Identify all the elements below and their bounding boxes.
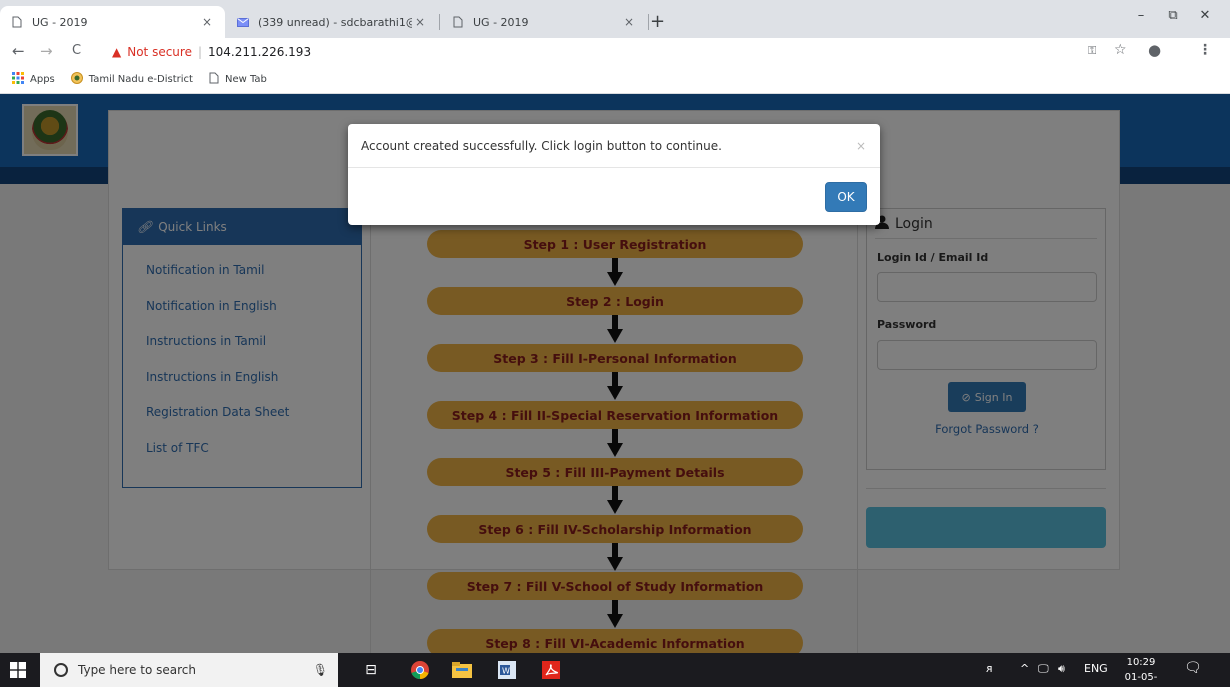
clock-date: 01-05-2019 <box>1124 672 1158 683</box>
site-favicon-icon <box>70 72 83 87</box>
divider: | <box>197 45 203 59</box>
apps-grid-icon <box>12 72 24 87</box>
task-view-icon[interactable]: ⊟ <box>360 659 382 681</box>
tab-separator <box>648 14 649 30</box>
bookmark-apps[interactable]: Apps <box>12 72 55 87</box>
warning-icon: ▲ <box>112 45 122 59</box>
tab-ug-2019-second[interactable]: UG - 2019 × <box>441 6 647 38</box>
mail-icon <box>236 15 250 29</box>
star-icon[interactable]: ☆ <box>1114 42 1127 58</box>
tab-close-icon[interactable]: × <box>199 15 215 29</box>
ok-button[interactable]: OK <box>825 182 867 212</box>
tab-yahoo-mail[interactable]: (339 unread) - sdcbarathi1@yahc × <box>226 6 438 38</box>
tab-close-icon[interactable]: × <box>621 15 637 29</box>
taskbar-clock[interactable]: 10:29 01-05-2019 <box>1116 655 1166 687</box>
security-status[interactable]: Not secure <box>127 45 192 59</box>
windows-taskbar: Type here to search 🎙︎ ⊟ W ᴙ ^ 🖵︎ 🔊︎ ENG… <box>0 653 1230 687</box>
cortana-icon <box>54 663 68 677</box>
bookmark-label: New Tab <box>224 74 267 85</box>
tab-title: UG - 2019 <box>32 15 88 29</box>
tab-title: UG - 2019 <box>473 15 529 29</box>
new-tab-button[interactable]: + <box>650 11 665 32</box>
tab-title: (339 unread) - sdcbarathi1@yahc <box>258 15 412 29</box>
dialog-message: Account created successfully. Click logi… <box>361 138 722 153</box>
acrobat-icon[interactable] <box>540 659 562 681</box>
network-icon[interactable]: 🖵︎ <box>1038 662 1049 676</box>
dialog-body: Account created successfully. Click logi… <box>348 124 880 168</box>
svg-text:W: W <box>502 667 510 676</box>
page-icon <box>451 15 465 29</box>
microphone-icon[interactable]: 🎙︎ <box>313 663 328 677</box>
taskbar-search[interactable]: Type here to search 🎙︎ <box>40 653 338 687</box>
minimize-icon[interactable]: – <box>1126 8 1156 23</box>
forward-icon[interactable]: → <box>40 42 53 60</box>
tab-close-icon[interactable]: × <box>412 15 428 29</box>
close-icon[interactable]: × <box>856 139 866 153</box>
bookmark-new-tab[interactable]: New Tab <box>209 72 267 87</box>
bookmark-label: Tamil Nadu e-District <box>88 74 193 85</box>
page-icon <box>209 72 219 87</box>
page-icon <box>10 15 24 29</box>
volume-icon[interactable]: 🔊︎ <box>1058 662 1065 676</box>
success-dialog: Account created successfully. Click logi… <box>348 124 880 225</box>
clock-time: 10:29 <box>1126 657 1156 668</box>
tab-ug-2019[interactable]: UG - 2019 × <box>0 6 225 38</box>
bookmark-label: Apps <box>30 74 55 85</box>
browser-tabstrip: UG - 2019 × (339 unread) - sdcbarathi1@y… <box>0 0 1230 38</box>
tab-separator <box>439 14 440 30</box>
language-indicator[interactable]: ENG <box>1084 662 1108 675</box>
back-icon[interactable]: ← <box>12 42 25 60</box>
action-center-icon[interactable]: 🗨︎ <box>1184 660 1202 676</box>
browser-toolbar: ← → C ▲ Not secure | 104.211.226.193 ⚿ ☆… <box>0 38 1230 66</box>
address-bar[interactable]: ▲ Not secure | 104.211.226.193 <box>112 42 311 62</box>
search-placeholder: Type here to search <box>78 663 196 677</box>
account-icon[interactable]: ● <box>1148 41 1161 59</box>
url-text[interactable]: 104.211.226.193 <box>208 45 311 59</box>
windows-start-icon[interactable] <box>10 662 26 678</box>
people-icon[interactable]: ᴙ <box>986 662 993 675</box>
window-close-icon[interactable]: ✕ <box>1190 8 1220 23</box>
chevron-up-icon[interactable]: ^ <box>1020 662 1029 675</box>
reload-icon[interactable]: C <box>72 43 81 58</box>
restore-icon[interactable]: ⧉ <box>1158 8 1188 23</box>
key-icon[interactable]: ⚿ <box>1088 44 1096 58</box>
file-explorer-icon[interactable] <box>451 659 473 681</box>
word-icon[interactable]: W <box>496 659 518 681</box>
bookmark-tamil-nadu-e-district[interactable]: Tamil Nadu e-District <box>70 72 193 87</box>
chrome-icon[interactable] <box>409 659 431 681</box>
bookmarks-bar: Apps Tamil Nadu e-District New Tab <box>0 66 1230 94</box>
menu-icon[interactable]: ⋮ <box>1198 42 1212 58</box>
